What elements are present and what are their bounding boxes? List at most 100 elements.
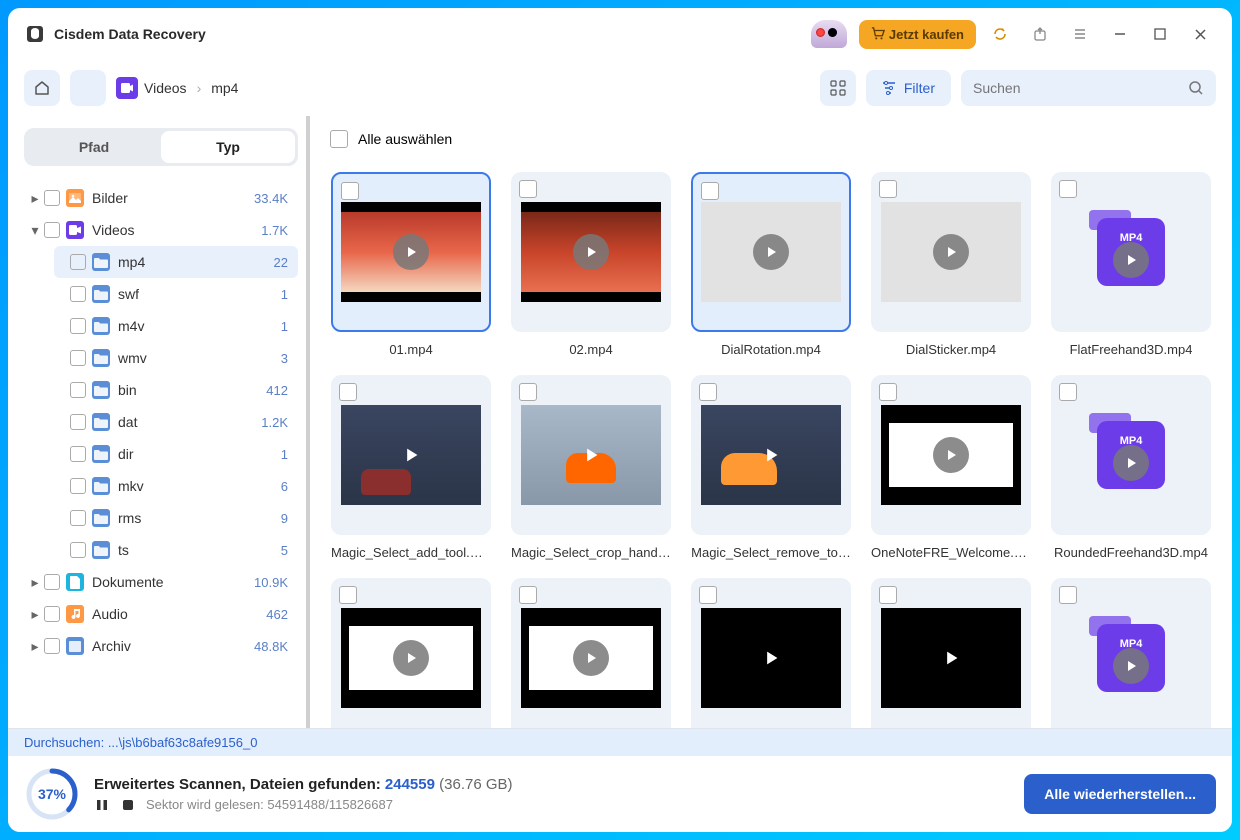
- file-item[interactable]: MP4 FlatFreehand3D.mp4: [1050, 172, 1212, 357]
- checkbox[interactable]: [699, 383, 717, 401]
- file-item[interactable]: [690, 578, 852, 728]
- export-button[interactable]: [1024, 18, 1056, 50]
- checkbox[interactable]: [44, 574, 60, 590]
- checkbox[interactable]: [1059, 180, 1077, 198]
- file-thumbnail[interactable]: [331, 578, 491, 728]
- view-grid-button[interactable]: [820, 70, 856, 106]
- file-item[interactable]: 02.mp4: [510, 172, 672, 357]
- menu-button[interactable]: [1064, 18, 1096, 50]
- checkbox[interactable]: [339, 383, 357, 401]
- checkbox[interactable]: [44, 222, 60, 238]
- file-thumbnail[interactable]: [691, 172, 851, 332]
- checkbox[interactable]: [70, 542, 86, 558]
- search-box[interactable]: [961, 70, 1216, 106]
- file-thumbnail[interactable]: [691, 578, 851, 728]
- checkbox[interactable]: [519, 180, 537, 198]
- file-item[interactable]: [870, 578, 1032, 728]
- file-item[interactable]: [510, 578, 672, 728]
- checkbox[interactable]: [701, 182, 719, 200]
- file-item[interactable]: DialSticker.mp4: [870, 172, 1032, 357]
- checkbox[interactable]: [1059, 586, 1077, 604]
- filter-button[interactable]: Filter: [866, 70, 951, 106]
- file-item[interactable]: MP4: [1050, 578, 1212, 728]
- checkbox[interactable]: [70, 510, 86, 526]
- tree-ts[interactable]: ts5: [54, 534, 298, 566]
- file-thumbnail[interactable]: [691, 375, 851, 535]
- file-item[interactable]: 01.mp4: [330, 172, 492, 357]
- play-icon: [573, 234, 609, 270]
- stop-button[interactable]: [120, 797, 136, 813]
- checkbox[interactable]: [70, 254, 86, 270]
- file-item[interactable]: DialRotation.mp4: [690, 172, 852, 357]
- checkbox[interactable]: [70, 350, 86, 366]
- file-item[interactable]: Magic_Select_crop_handl…: [510, 375, 672, 560]
- tree-archiv[interactable]: ▸ Archiv 48.8K: [24, 630, 298, 662]
- breadcrumb-mp4[interactable]: mp4: [211, 80, 238, 96]
- close-icon: [1194, 28, 1207, 41]
- scan-info: Erweitertes Scannen, Dateien gefunden: 2…: [94, 776, 1010, 813]
- file-thumbnail[interactable]: [871, 578, 1031, 728]
- breadcrumb-videos[interactable]: Videos: [116, 77, 187, 99]
- maximize-button[interactable]: [1144, 18, 1176, 50]
- file-thumbnail[interactable]: [871, 375, 1031, 535]
- file-item[interactable]: OneNoteFRE_Welcome.m…: [870, 375, 1032, 560]
- recover-all-button[interactable]: Alle wiederherstellen...: [1024, 774, 1216, 814]
- tree-mp4[interactable]: mp4 22: [54, 246, 298, 278]
- search-input[interactable]: [973, 80, 1180, 96]
- tab-type[interactable]: Typ: [161, 131, 295, 163]
- checkbox[interactable]: [879, 180, 897, 198]
- file-thumbnail[interactable]: [331, 172, 491, 332]
- tree-m4v[interactable]: m4v1: [54, 310, 298, 342]
- home-button[interactable]: [24, 70, 60, 106]
- tree-videos[interactable]: ▾ Videos 1.7K: [24, 214, 298, 246]
- file-item[interactable]: Magic_Select_add_tool.m…: [330, 375, 492, 560]
- checkbox[interactable]: [339, 586, 357, 604]
- checkbox[interactable]: [699, 586, 717, 604]
- checkbox[interactable]: [519, 383, 537, 401]
- file-thumbnail[interactable]: [331, 375, 491, 535]
- file-item[interactable]: [330, 578, 492, 728]
- file-item[interactable]: Magic_Select_remove_to…: [690, 375, 852, 560]
- tab-path[interactable]: Pfad: [27, 131, 161, 163]
- checkbox[interactable]: [70, 478, 86, 494]
- checkbox[interactable]: [44, 638, 60, 654]
- tree-swf[interactable]: swf1: [54, 278, 298, 310]
- tree-rms[interactable]: rms9: [54, 502, 298, 534]
- tree-dir[interactable]: dir1: [54, 438, 298, 470]
- tree-label: Dokumente: [92, 574, 254, 590]
- minimize-button[interactable]: [1104, 18, 1136, 50]
- checkbox[interactable]: [70, 382, 86, 398]
- tree-audio[interactable]: ▸ Audio 462: [24, 598, 298, 630]
- checkbox[interactable]: [879, 383, 897, 401]
- file-thumbnail[interactable]: MP4: [1051, 172, 1211, 332]
- checkbox[interactable]: [1059, 383, 1077, 401]
- tree-dat[interactable]: dat1.2K: [54, 406, 298, 438]
- tree-label: wmv: [118, 350, 281, 366]
- buy-button[interactable]: Jetzt kaufen: [859, 20, 976, 49]
- checkbox[interactable]: [70, 414, 86, 430]
- checkbox[interactable]: [70, 318, 86, 334]
- checkbox[interactable]: [879, 586, 897, 604]
- file-thumbnail[interactable]: [511, 578, 671, 728]
- tree-mkv[interactable]: mkv6: [54, 470, 298, 502]
- file-item[interactable]: MP4 RoundedFreehand3D.mp4: [1050, 375, 1212, 560]
- checkbox[interactable]: [44, 190, 60, 206]
- checkbox[interactable]: [70, 286, 86, 302]
- refresh-button[interactable]: [984, 18, 1016, 50]
- pause-button[interactable]: [94, 797, 110, 813]
- checkbox[interactable]: [341, 182, 359, 200]
- file-thumbnail[interactable]: MP4: [1051, 375, 1211, 535]
- checkbox[interactable]: [44, 606, 60, 622]
- file-thumbnail[interactable]: MP4: [1051, 578, 1211, 728]
- file-thumbnail[interactable]: [511, 172, 671, 332]
- checkbox[interactable]: [519, 586, 537, 604]
- tree-bilder[interactable]: ▸ Bilder 33.4K: [24, 182, 298, 214]
- select-all-checkbox[interactable]: [330, 130, 348, 148]
- close-button[interactable]: [1184, 18, 1216, 50]
- tree-bin[interactable]: bin412: [54, 374, 298, 406]
- tree-wmv[interactable]: wmv3: [54, 342, 298, 374]
- file-thumbnail[interactable]: [871, 172, 1031, 332]
- tree-dokumente[interactable]: ▸ Dokumente 10.9K: [24, 566, 298, 598]
- checkbox[interactable]: [70, 446, 86, 462]
- file-thumbnail[interactable]: [511, 375, 671, 535]
